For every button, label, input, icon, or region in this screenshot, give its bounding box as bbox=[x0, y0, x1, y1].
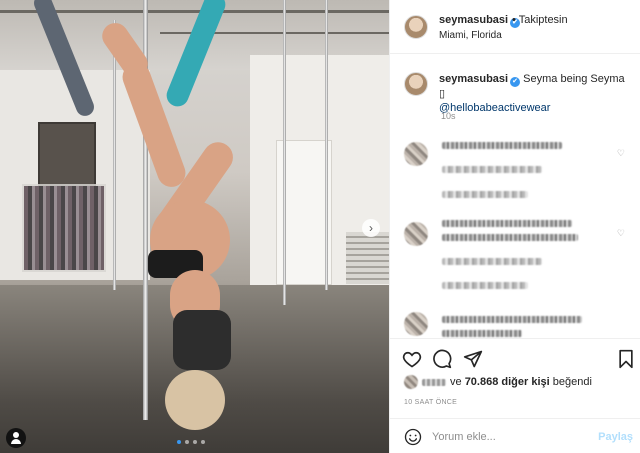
comment-input[interactable] bbox=[432, 427, 582, 447]
liker-name-blurred[interactable] bbox=[422, 378, 446, 386]
caption-username[interactable]: seymasubasi bbox=[439, 73, 508, 85]
comment-like-icon[interactable]: ♡ bbox=[617, 228, 625, 239]
tag-user-icon[interactable] bbox=[6, 428, 26, 448]
caption-avatar[interactable] bbox=[404, 72, 428, 96]
likes-count[interactable]: 70.868 diğer kişi bbox=[465, 376, 550, 388]
carousel-dot bbox=[185, 440, 189, 444]
photo-pole bbox=[325, 0, 328, 290]
post-comment-button[interactable]: Paylaş bbox=[598, 431, 633, 443]
photo-clothing-rack bbox=[22, 184, 106, 272]
photo-figure bbox=[165, 370, 225, 430]
location-link[interactable]: Miami, Florida bbox=[439, 30, 502, 41]
carousel-next-button[interactable]: › bbox=[362, 219, 380, 237]
comment-replies-blurred[interactable] bbox=[442, 191, 528, 198]
post-photo[interactable]: › bbox=[0, 0, 389, 453]
photo-figure bbox=[173, 310, 231, 370]
caption-time: 10s bbox=[441, 111, 456, 121]
comment-meta-blurred bbox=[442, 166, 542, 173]
liker-avatar bbox=[404, 375, 418, 389]
post-header: seymasubasi ✔ • Takiptesin Miami, Florida bbox=[390, 0, 640, 54]
photo-pole bbox=[283, 0, 286, 305]
carousel-dot bbox=[193, 440, 197, 444]
comment-composer: Paylaş bbox=[390, 418, 640, 453]
avatar[interactable] bbox=[404, 15, 428, 39]
comment-replies-blurred[interactable] bbox=[442, 282, 528, 289]
action-bar bbox=[390, 338, 640, 378]
post-panel: seymasubasi ✔ • Takiptesin Miami, Florida… bbox=[389, 0, 640, 453]
comment-text-blurred bbox=[442, 330, 522, 337]
chevron-right-icon: › bbox=[369, 221, 373, 235]
bookmark-icon[interactable] bbox=[616, 349, 636, 369]
comment-meta-blurred bbox=[442, 258, 542, 265]
likes-suffix: beğendi bbox=[552, 375, 592, 388]
username-text[interactable]: seymasubasi bbox=[439, 14, 508, 26]
share-send-icon[interactable] bbox=[463, 349, 483, 369]
carousel-dots bbox=[177, 440, 205, 444]
caption: seymasubasi ✔ Seyma being Seyma ▯ @hellob… bbox=[390, 54, 640, 130]
like-heart-icon[interactable] bbox=[402, 349, 422, 369]
posted-time[interactable]: 10 SAAT ÖNCE bbox=[404, 399, 457, 406]
comment-text-blurred bbox=[442, 316, 582, 323]
comment-item: ♡ bbox=[390, 136, 640, 216]
caption-text: seymasubasi ✔ Seyma being Seyma ▯ @hellob… bbox=[439, 72, 629, 115]
comment-like-icon[interactable]: ♡ bbox=[617, 148, 625, 159]
likes-summary[interactable]: ve 70.868 diğer kişi beğendi bbox=[404, 375, 592, 389]
following-status[interactable]: • Takiptesin bbox=[512, 14, 568, 26]
carousel-dot bbox=[201, 440, 205, 444]
comment-avatar[interactable] bbox=[404, 312, 428, 336]
comment-avatar[interactable] bbox=[404, 142, 428, 166]
comment-avatar[interactable] bbox=[404, 222, 428, 246]
comment-item bbox=[390, 306, 640, 338]
likes-connector: ve bbox=[450, 375, 462, 388]
photo-beam bbox=[0, 10, 389, 13]
comment-item: ♡ bbox=[390, 216, 640, 296]
verified-badge-icon: ✔ bbox=[510, 77, 521, 87]
emoji-smile-icon[interactable] bbox=[404, 428, 422, 446]
comment-text-blurred bbox=[442, 220, 572, 227]
header-username[interactable]: seymasubasi ✔ bbox=[439, 14, 521, 28]
carousel-dot bbox=[177, 440, 181, 444]
comment-text-blurred bbox=[442, 142, 562, 149]
photo-painting bbox=[38, 122, 96, 186]
comment-text-blurred bbox=[442, 234, 578, 241]
comment-bubble-icon[interactable] bbox=[432, 349, 452, 369]
photo-mats bbox=[346, 232, 389, 284]
